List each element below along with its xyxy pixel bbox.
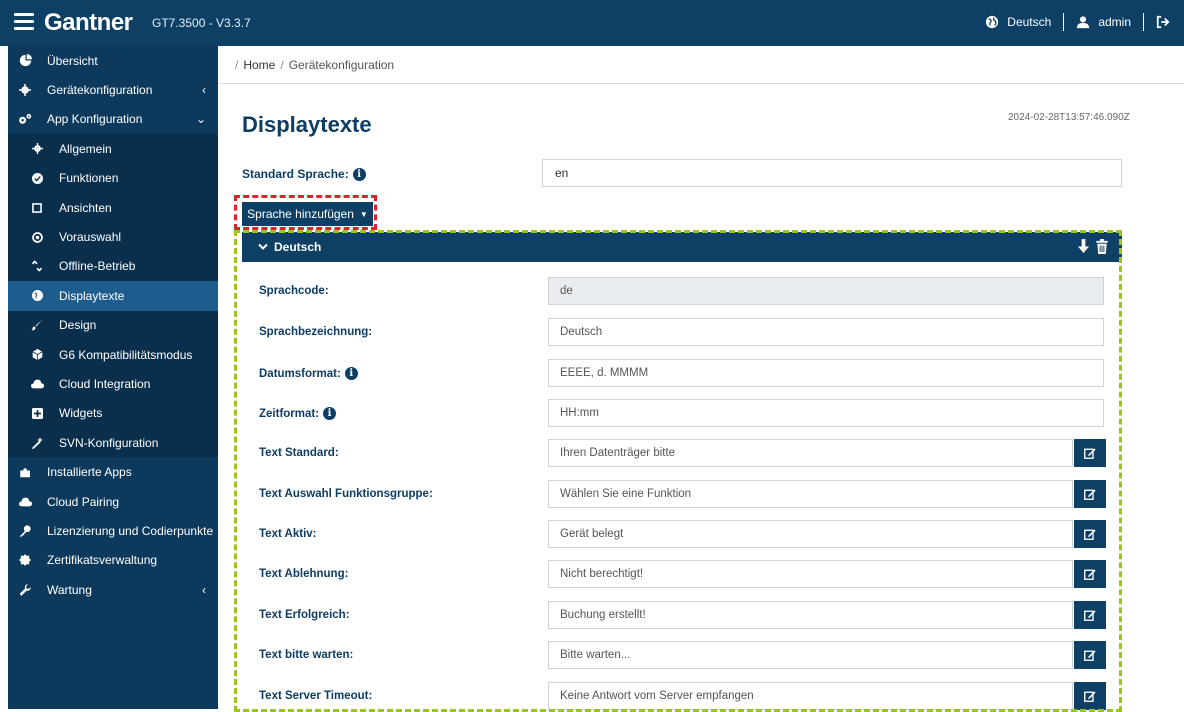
- sidebar-item-cloud-integration[interactable]: Cloud Integration: [8, 369, 218, 399]
- breadcrumb-home[interactable]: Home: [243, 58, 275, 72]
- sidebar-item-wartung[interactable]: Wartung ‹: [8, 575, 218, 604]
- gears-icon: [18, 112, 32, 126]
- chevron-left-icon: ‹: [202, 83, 206, 98]
- page-title: Displaytexte: [242, 112, 372, 137]
- gear-icon: [18, 83, 32, 97]
- globe-icon: [30, 289, 44, 303]
- unlink-icon: [30, 259, 44, 273]
- timestamp: 2024-02-28T13:57:46.090Z: [1008, 112, 1130, 123]
- sidebar-item-vorauswahl[interactable]: Vorauswahl: [8, 222, 218, 252]
- version-label: GT7.3500 - V3.3.7: [152, 16, 251, 30]
- square-icon: [30, 201, 44, 215]
- sidebar-item-funktionen[interactable]: Funktionen: [8, 163, 218, 193]
- highlight-box-red: [234, 195, 377, 230]
- sidebar-item-g6-kompatibilitaetsmodus[interactable]: G6 Kompatibilitätsmodus: [8, 339, 218, 370]
- sidebar-item-app-konfiguration[interactable]: App Konfiguration ⌄: [8, 105, 218, 134]
- pie-chart-icon: [18, 54, 32, 68]
- check-circle-icon: [30, 171, 44, 185]
- sidebar-item-design[interactable]: Design: [8, 310, 218, 340]
- sidebar: Übersicht Gerätekonfiguration ‹ App Konf…: [8, 46, 218, 709]
- cloud-icon: [30, 377, 44, 391]
- standard-language-label: Standard Sprache: i: [242, 167, 366, 181]
- wrench-icon: [18, 583, 32, 597]
- gear-icon: [30, 142, 44, 156]
- sidebar-item-offline-betrieb[interactable]: Offline-Betrieb: [8, 251, 218, 282]
- sidebar-item-cloud-pairing[interactable]: Cloud Pairing: [8, 487, 218, 516]
- sidebar-item-geraetekonfiguration[interactable]: Gerätekonfiguration ‹: [8, 75, 218, 104]
- sidebar-item-widgets[interactable]: Widgets: [8, 398, 218, 429]
- info-icon[interactable]: i: [352, 167, 366, 181]
- sidebar-item-displaytexte[interactable]: Displaytexte: [8, 281, 218, 311]
- divider: [1143, 13, 1144, 31]
- magic-icon: [30, 436, 44, 450]
- main-content: / Home / Gerätekonfiguration Displaytext…: [218, 46, 1184, 712]
- plus-square-icon: [30, 406, 44, 420]
- gantner-logo: Gantner: [44, 9, 133, 36]
- puzzle-icon: [18, 465, 32, 479]
- sidebar-item-ansichten[interactable]: Ansichten: [8, 192, 218, 223]
- breadcrumb: / Home / Gerätekonfiguration: [218, 46, 1184, 84]
- highlight-box-green: [234, 230, 1122, 712]
- circle-dot-icon: [30, 230, 44, 244]
- standard-language-input[interactable]: en: [542, 159, 1122, 187]
- sidebar-item-lizenzierung[interactable]: Lizenzierung und Codierpunkte: [8, 516, 218, 545]
- chevron-down-icon: ⌄: [195, 112, 206, 127]
- sidebar-item-zertifikatsverwaltung[interactable]: Zertifikatsverwaltung: [8, 546, 218, 575]
- sidebar-item-svn-konfiguration[interactable]: SVN-Konfiguration: [8, 428, 218, 458]
- brush-icon: [30, 318, 44, 332]
- key-icon: [18, 524, 32, 538]
- logout-icon[interactable]: [1156, 15, 1170, 29]
- language-selector[interactable]: Deutsch: [1007, 15, 1051, 29]
- cloud-icon: [18, 495, 32, 509]
- breadcrumb-current: Gerätekonfiguration: [288, 57, 395, 72]
- chevron-left-icon: ‹: [202, 582, 206, 597]
- divider: [1063, 13, 1065, 31]
- globe-icon[interactable]: [985, 15, 999, 29]
- certificate-icon: [18, 553, 32, 567]
- top-bar: Gantner GT7.3500 - V3.3.7 Deutsch admin: [0, 0, 1184, 46]
- sidebar-item-allgemein[interactable]: Allgemein: [8, 134, 218, 164]
- cube-icon: [30, 348, 44, 362]
- hamburger-menu-icon[interactable]: [14, 13, 34, 31]
- sidebar-item-installierte-apps[interactable]: Installierte Apps: [8, 457, 218, 486]
- sidebar-item-uebersicht[interactable]: Übersicht: [8, 46, 218, 75]
- user-icon[interactable]: [1076, 15, 1090, 29]
- user-name[interactable]: admin: [1098, 15, 1131, 29]
